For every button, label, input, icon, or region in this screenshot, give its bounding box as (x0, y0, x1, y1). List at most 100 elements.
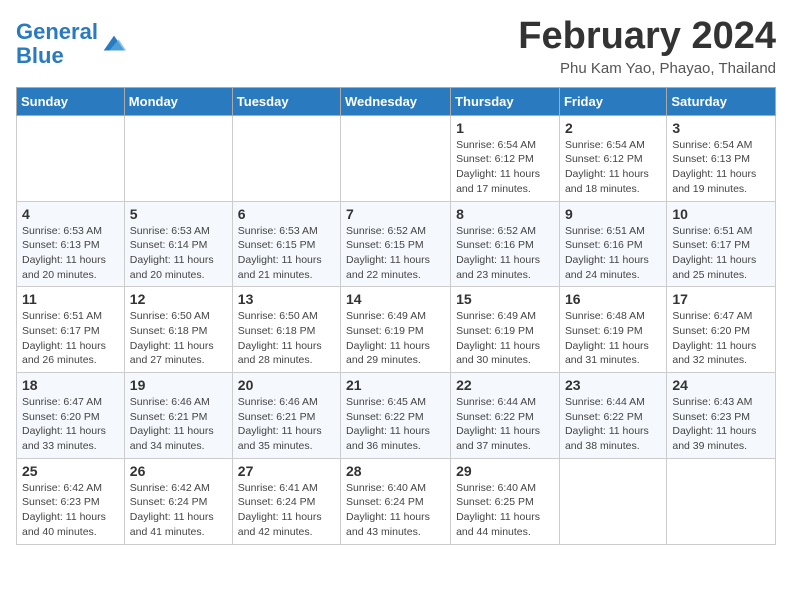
day-cell (667, 458, 776, 544)
day-info: Sunrise: 6:51 AM Sunset: 6:17 PM Dayligh… (672, 224, 770, 283)
day-number: 4 (22, 206, 119, 222)
day-info: Sunrise: 6:42 AM Sunset: 6:23 PM Dayligh… (22, 481, 119, 540)
day-cell: 1 Sunrise: 6:54 AM Sunset: 6:12 PM Daylig… (451, 115, 560, 201)
day-cell: 27 Sunrise: 6:41 AM Sunset: 6:24 PM Dayli… (232, 458, 340, 544)
day-number: 5 (130, 206, 227, 222)
day-info: Sunrise: 6:53 AM Sunset: 6:14 PM Dayligh… (130, 224, 227, 283)
day-number: 10 (672, 206, 770, 222)
day-number: 3 (672, 120, 770, 136)
title-area: February 2024 Phu Kam Yao, Phayao, Thail… (518, 16, 776, 77)
day-info: Sunrise: 6:54 AM Sunset: 6:13 PM Dayligh… (672, 138, 770, 197)
logo: General Blue (16, 20, 128, 68)
day-number: 14 (346, 291, 445, 307)
day-number: 17 (672, 291, 770, 307)
main-title: February 2024 (518, 16, 776, 58)
day-info: Sunrise: 6:46 AM Sunset: 6:21 PM Dayligh… (238, 395, 335, 454)
day-info: Sunrise: 6:47 AM Sunset: 6:20 PM Dayligh… (672, 309, 770, 368)
day-cell: 14 Sunrise: 6:49 AM Sunset: 6:19 PM Dayli… (341, 287, 451, 373)
week-row-3: 18 Sunrise: 6:47 AM Sunset: 6:20 PM Dayli… (17, 373, 776, 459)
day-info: Sunrise: 6:51 AM Sunset: 6:17 PM Dayligh… (22, 309, 119, 368)
day-cell (559, 458, 666, 544)
day-number: 24 (672, 377, 770, 393)
day-info: Sunrise: 6:47 AM Sunset: 6:20 PM Dayligh… (22, 395, 119, 454)
header-monday: Monday (124, 87, 232, 115)
day-info: Sunrise: 6:50 AM Sunset: 6:18 PM Dayligh… (238, 309, 335, 368)
week-row-4: 25 Sunrise: 6:42 AM Sunset: 6:23 PM Dayli… (17, 458, 776, 544)
day-info: Sunrise: 6:40 AM Sunset: 6:25 PM Dayligh… (456, 481, 554, 540)
day-cell: 15Sunrise: 6:49 AM Sunset: 6:19 PM Dayli… (451, 287, 560, 373)
day-number: 20 (238, 377, 335, 393)
day-number: 29 (456, 463, 554, 479)
day-cell: 11 Sunrise: 6:51 AM Sunset: 6:17 PM Dayli… (17, 287, 125, 373)
day-cell: 19Sunrise: 6:46 AM Sunset: 6:21 PM Dayli… (124, 373, 232, 459)
day-cell: 3 Sunrise: 6:54 AM Sunset: 6:13 PM Daylig… (667, 115, 776, 201)
day-number: 6 (238, 206, 335, 222)
day-number: 16 (565, 291, 661, 307)
day-cell (232, 115, 340, 201)
day-info: Sunrise: 6:43 AM Sunset: 6:23 PM Dayligh… (672, 395, 770, 454)
day-number: 1 (456, 120, 554, 136)
day-number: 21 (346, 377, 445, 393)
logo-text: General Blue (16, 20, 98, 68)
day-info: Sunrise: 6:52 AM Sunset: 6:16 PM Dayligh… (456, 224, 554, 283)
day-cell: 8 Sunrise: 6:52 AM Sunset: 6:16 PM Daylig… (451, 201, 560, 287)
day-number: 23 (565, 377, 661, 393)
day-number: 28 (346, 463, 445, 479)
day-cell: 13 Sunrise: 6:50 AM Sunset: 6:18 PM Dayli… (232, 287, 340, 373)
day-cell: 24 Sunrise: 6:43 AM Sunset: 6:23 PM Dayli… (667, 373, 776, 459)
day-info: Sunrise: 6:42 AM Sunset: 6:24 PM Dayligh… (130, 481, 227, 540)
week-row-1: 4 Sunrise: 6:53 AM Sunset: 6:13 PM Daylig… (17, 201, 776, 287)
day-info: Sunrise: 6:54 AM Sunset: 6:12 PM Dayligh… (456, 138, 554, 197)
day-cell: 25 Sunrise: 6:42 AM Sunset: 6:23 PM Dayli… (17, 458, 125, 544)
logo-general: General (16, 19, 98, 44)
day-cell: 6 Sunrise: 6:53 AM Sunset: 6:15 PM Daylig… (232, 201, 340, 287)
header-friday: Friday (559, 87, 666, 115)
day-number: 8 (456, 206, 554, 222)
day-number: 9 (565, 206, 661, 222)
day-cell (17, 115, 125, 201)
header-sunday: Sunday (17, 87, 125, 115)
day-number: 13 (238, 291, 335, 307)
day-cell: 5 Sunrise: 6:53 AM Sunset: 6:14 PM Daylig… (124, 201, 232, 287)
day-info: Sunrise: 6:51 AM Sunset: 6:16 PM Dayligh… (565, 224, 661, 283)
day-info: Sunrise: 6:54 AM Sunset: 6:12 PM Dayligh… (565, 138, 661, 197)
day-info: Sunrise: 6:53 AM Sunset: 6:13 PM Dayligh… (22, 224, 119, 283)
day-info: Sunrise: 6:49 AM Sunset: 6:19 PM Dayligh… (346, 309, 445, 368)
day-number: 25 (22, 463, 119, 479)
day-cell: 29 Sunrise: 6:40 AM Sunset: 6:25 PM Dayli… (451, 458, 560, 544)
logo-icon (100, 30, 128, 58)
day-number: 22 (456, 377, 554, 393)
day-info: Sunrise: 6:53 AM Sunset: 6:15 PM Dayligh… (238, 224, 335, 283)
day-cell: 2 Sunrise: 6:54 AM Sunset: 6:12 PM Daylig… (559, 115, 666, 201)
day-cell: 26 Sunrise: 6:42 AM Sunset: 6:24 PM Dayli… (124, 458, 232, 544)
day-number: 26 (130, 463, 227, 479)
day-number: 19 (130, 377, 227, 393)
week-row-2: 11 Sunrise: 6:51 AM Sunset: 6:17 PM Dayli… (17, 287, 776, 373)
day-info: Sunrise: 6:50 AM Sunset: 6:18 PM Dayligh… (130, 309, 227, 368)
day-info: Sunrise: 6:48 AM Sunset: 6:19 PM Dayligh… (565, 309, 661, 368)
day-number: 15 (456, 291, 554, 307)
day-number: 18 (22, 377, 119, 393)
calendar-header-row: SundayMondayTuesdayWednesdayThursdayFrid… (17, 87, 776, 115)
day-info: Sunrise: 6:45 AM Sunset: 6:22 PM Dayligh… (346, 395, 445, 454)
day-info: Sunrise: 6:44 AM Sunset: 6:22 PM Dayligh… (456, 395, 554, 454)
day-cell: 21 Sunrise: 6:45 AM Sunset: 6:22 PM Dayli… (341, 373, 451, 459)
day-cell: 28 Sunrise: 6:40 AM Sunset: 6:24 PM Dayli… (341, 458, 451, 544)
day-cell: 23Sunrise: 6:44 AM Sunset: 6:22 PM Dayli… (559, 373, 666, 459)
subtitle: Phu Kam Yao, Phayao, Thailand (518, 60, 776, 77)
day-cell: 10 Sunrise: 6:51 AM Sunset: 6:17 PM Dayli… (667, 201, 776, 287)
day-cell (124, 115, 232, 201)
day-number: 27 (238, 463, 335, 479)
day-number: 2 (565, 120, 661, 136)
day-cell: 20 Sunrise: 6:46 AM Sunset: 6:21 PM Dayli… (232, 373, 340, 459)
day-cell: 7Sunrise: 6:52 AM Sunset: 6:15 PM Daylig… (341, 201, 451, 287)
day-info: Sunrise: 6:40 AM Sunset: 6:24 PM Dayligh… (346, 481, 445, 540)
day-cell: 9 Sunrise: 6:51 AM Sunset: 6:16 PM Daylig… (559, 201, 666, 287)
day-cell: 18 Sunrise: 6:47 AM Sunset: 6:20 PM Dayli… (17, 373, 125, 459)
logo-blue: Blue (16, 43, 64, 68)
day-number: 7 (346, 206, 445, 222)
day-info: Sunrise: 6:41 AM Sunset: 6:24 PM Dayligh… (238, 481, 335, 540)
header-saturday: Saturday (667, 87, 776, 115)
day-number: 11 (22, 291, 119, 307)
day-cell: 4 Sunrise: 6:53 AM Sunset: 6:13 PM Daylig… (17, 201, 125, 287)
